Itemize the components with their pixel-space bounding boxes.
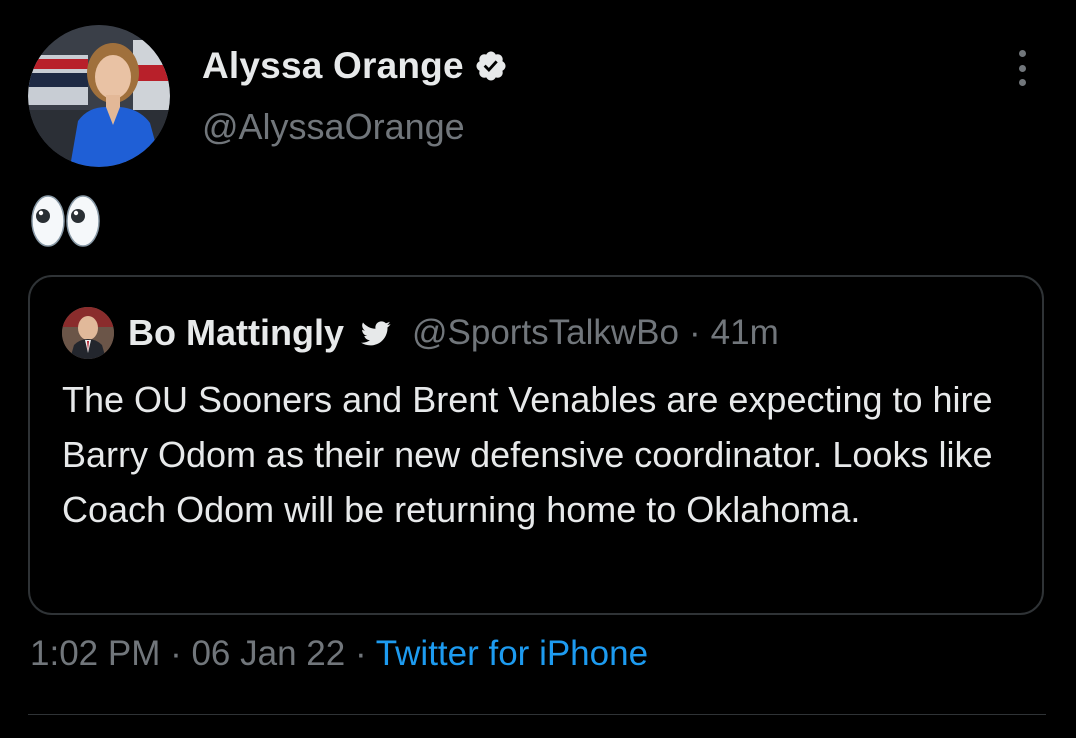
quoted-tweet-time[interactable]: 41m <box>711 313 779 353</box>
profile-photo-icon <box>62 307 114 359</box>
tweet-detail: Alyssa Orange @AlyssaOrange Bo Mattingly… <box>0 0 1076 738</box>
tweet-meta: 1:02 PM · 06 Jan 22 · Twitter for iPhone <box>30 634 648 674</box>
author-avatar[interactable] <box>28 25 170 167</box>
quoted-tweet-header: Bo Mattingly @SportsTalkwBo · 41m <box>62 307 779 359</box>
tweet-date[interactable]: 06 Jan 22 <box>191 634 345 673</box>
quoted-tweet-card[interactable]: Bo Mattingly @SportsTalkwBo · 41m The OU… <box>28 275 1044 615</box>
separator-dot: · <box>160 634 192 673</box>
dot <box>1018 50 1026 57</box>
separator-dot: · <box>689 313 701 352</box>
quoted-author-handle[interactable]: @SportsTalkwBo <box>412 313 679 353</box>
tweet-source-link[interactable]: Twitter for iPhone <box>376 634 648 673</box>
tweet-time[interactable]: 1:02 PM <box>30 634 160 673</box>
dot <box>1018 79 1026 86</box>
quoted-author-name[interactable]: Bo Mattingly <box>128 312 344 354</box>
quoted-author-avatar[interactable] <box>62 307 114 359</box>
verified-badge-icon <box>476 51 506 81</box>
profile-photo-icon <box>28 25 170 167</box>
twitter-bird-icon <box>360 321 391 346</box>
separator-dot: · <box>345 634 376 673</box>
author-handle[interactable]: @AlyssaOrange <box>202 106 465 148</box>
author-name-row: Alyssa Orange <box>202 44 508 88</box>
quoted-tweet-text: The OU Sooners and Brent Venables are ex… <box>62 379 993 530</box>
dot <box>1018 64 1026 72</box>
divider <box>28 714 1046 715</box>
eyes-emoji <box>31 195 100 247</box>
more-options-icon[interactable] <box>1008 50 1036 86</box>
author-display-name[interactable]: Alyssa Orange <box>202 45 464 87</box>
